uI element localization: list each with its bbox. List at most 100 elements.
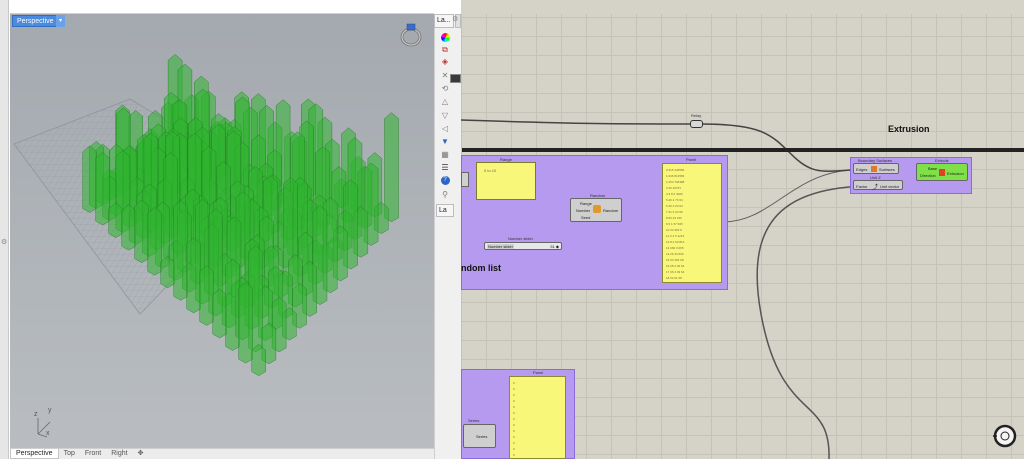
tab-right[interactable]: Right [106, 449, 132, 459]
random-component[interactable]: Range Number Seed Random [570, 198, 622, 222]
axis-label-y: y [48, 407, 52, 414]
panel-value-row: 0 [513, 417, 515, 421]
panel-value-row: 0 [513, 399, 515, 403]
panel-value-row: 4.3 8 6 4000 [666, 192, 683, 196]
layers-panel-bottom-tab[interactable]: La [436, 204, 454, 217]
relay-node[interactable] [690, 120, 703, 128]
color-wheel-icon[interactable] [439, 32, 451, 43]
panel-value-row: 15.33 303 68 [666, 258, 684, 262]
panel-value-row: 0 [513, 453, 515, 457]
extrusion-tower [186, 237, 201, 314]
axis-label-x: x [46, 430, 50, 437]
extrusion-tower [108, 202, 123, 238]
plus-icon[interactable]: ✥ [133, 449, 149, 459]
axis-label-z: z [34, 411, 38, 418]
extrusion-tower [384, 112, 399, 223]
panel-value-row: 1.036 813583 [666, 174, 685, 178]
filter-icon[interactable]: ▼ [439, 136, 451, 147]
up-icon[interactable]: △ [439, 96, 451, 107]
number-slider-title: Number slider [508, 236, 533, 241]
panel-value-row: 16.28 4 30 64 [666, 264, 685, 268]
extrusion-tower [212, 288, 227, 339]
panel-value-row: 14.26 43 606 [666, 252, 684, 256]
tab-top[interactable]: Top [59, 449, 80, 459]
panel-value-row: 17.36 4 03 64 [666, 270, 685, 274]
grid-icon[interactable]: ▦ [439, 149, 451, 160]
extrusion-tower [95, 152, 110, 226]
boundary-surfaces-component[interactable]: Edges Surfaces [853, 163, 899, 174]
panel-value-row: 0 [513, 423, 515, 427]
canvas-top-strip [461, 0, 1024, 14]
panel-value-row: 0 [513, 441, 515, 445]
extrusion-group-label: Extrusion [888, 124, 930, 134]
panel-value-row: 10.33 303 6 [666, 228, 682, 232]
unit-z-component[interactable]: Factor ⤴ Unit vector [853, 180, 903, 191]
tab-front[interactable]: Front [80, 449, 106, 459]
dice-icon [593, 205, 601, 213]
view-tabs-bar: Perspective Top Front Right ✥ [10, 448, 434, 459]
panel-value-row: 3.36 46797 [666, 186, 682, 190]
random-values-panel[interactable]: 0.315 446556 1.036 813583 2.153 736388 3.36… [662, 163, 722, 283]
random-list-label: ndom list [461, 263, 501, 273]
panel-value-row: 0.315 446556 [666, 168, 685, 172]
panel-value-row: 0 [513, 435, 515, 439]
extrusion-tower [147, 206, 162, 276]
panel-mini-gear-icon[interactable]: ⚙ [452, 15, 458, 23]
panel-value-row: 0 [513, 387, 515, 391]
panel-value-row: 0 [513, 393, 515, 397]
panel-value-row: 12.8 4 03 813 [666, 240, 685, 244]
tab-perspective[interactable]: Perspective [10, 449, 59, 459]
extrusion-tower [121, 204, 136, 251]
panel-value-row: 5.26 4 70 64 [666, 198, 683, 202]
input-stub[interactable] [461, 172, 469, 187]
panel-value-row: 18.32 61 58 [666, 276, 682, 280]
viewport-menu-arrow-icon[interactable]: ▾ [56, 15, 65, 27]
extrusion-tower [160, 255, 175, 289]
list-icon[interactable]: ☰ [439, 162, 451, 173]
zoom-icon[interactable]: ⚲ [439, 189, 451, 200]
extrusion-model [13, 54, 399, 438]
extrude-icon [939, 169, 945, 176]
undo-icon[interactable]: ⟲ [439, 83, 451, 94]
help-icon[interactable]: ? [439, 175, 451, 186]
extrusion-tower [134, 199, 149, 263]
boundary-icon [871, 166, 877, 172]
extrusion-tower [199, 265, 214, 326]
series-component[interactable]: Series [463, 424, 496, 448]
extrude-component[interactable]: Base Direction Extrusion [916, 163, 968, 181]
series-title: Series [468, 418, 480, 423]
panel-value-row: 13.366 3 065 [666, 246, 684, 250]
left-dock-strip [0, 0, 9, 459]
series-values-panel[interactable]: 000000000000000 [509, 376, 566, 459]
extrusion-tower [238, 281, 253, 364]
panel-value-row: 0 [513, 405, 515, 409]
strip-gear-icon[interactable]: ⚙ [1, 238, 8, 246]
number-slider[interactable]: Number slider 51 ◆ [484, 242, 562, 250]
panel-value-row: 11.3 4 5 1213 [666, 234, 685, 238]
panel-value-row: 6.36 4 03 64 [666, 204, 683, 208]
layer-icon[interactable]: ⧉ [439, 44, 451, 55]
extrusion-tower [225, 258, 240, 351]
navigation-widget-icon[interactable] [990, 421, 1020, 451]
extrusion-tower [173, 200, 188, 301]
layers-panel-tab[interactable]: La... [434, 14, 454, 28]
panel-value-row: 0 [513, 447, 515, 451]
viewport-header [10, 0, 434, 14]
lower-panel-title: Panel [533, 370, 544, 375]
canvas-divider-line [462, 148, 1024, 152]
panel-value-row: 0 [513, 381, 515, 385]
panel-value-row: 2.153 736388 [666, 180, 685, 184]
down-icon[interactable]: ▽ [439, 110, 451, 121]
perspective-viewport[interactable]: y z x [10, 14, 434, 448]
left-icon[interactable]: ◁ [439, 123, 451, 134]
panel-mini-monitor-icon[interactable] [450, 74, 461, 83]
panel-value-row: 7.31 6 33 56 [666, 210, 683, 214]
hide-icon[interactable]: ◈ [439, 56, 451, 67]
panel-title: Panel [686, 157, 697, 162]
panel-value-row: 0 [513, 411, 515, 415]
panel-value-row: 8.66 33 156 [666, 216, 682, 220]
extrusion-tower [251, 343, 266, 376]
vector-icon: ⤴ [872, 185, 879, 191]
viewport-title-tab[interactable]: Perspective [12, 15, 59, 27]
ring-icon[interactable] [398, 22, 426, 48]
